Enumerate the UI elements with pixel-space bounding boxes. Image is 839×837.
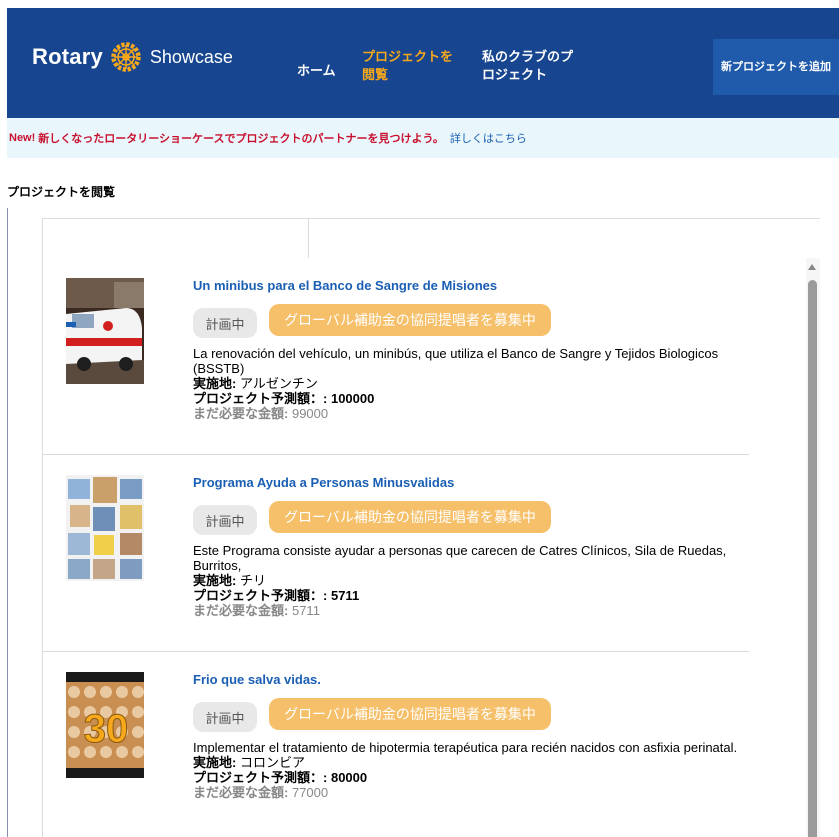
needed-label: まだ必要な金額: [193, 603, 289, 618]
location-label: 実施地: [193, 573, 237, 588]
site-logo[interactable]: Rotary Showcase [32, 39, 233, 75]
project-description: Este Programa consiste ayudar a personas… [193, 543, 727, 573]
project-location: 実施地: コロンビア [193, 755, 748, 770]
scrollbar-thumb[interactable] [808, 280, 817, 837]
needed-value: 5711 [291, 603, 320, 618]
project-thumbnail[interactable] [66, 278, 144, 384]
project-list-panel: Un minibus para el Banco de Sangre de Mi… [42, 218, 820, 837]
needed-value: 77000 [291, 785, 329, 800]
project-budget: プロジェクト予測額：: 80000 [193, 770, 748, 785]
announcement-details-link[interactable]: 詳しくはこちら [450, 130, 527, 146]
nav-browse-projects[interactable]: プロジェクトを閲覧 [362, 48, 462, 84]
page-left-rule [7, 208, 8, 837]
project-description: La renovación del vehículo, un minibús, … [193, 346, 719, 376]
thumbnail-number: 30 [84, 707, 129, 751]
scroll-up-arrow-icon[interactable] [808, 264, 816, 270]
project-details: Implementar el tratamiento de hipotermia… [193, 740, 748, 800]
project-title-link[interactable]: Un minibus para el Banco de Sangre de Mi… [193, 278, 497, 293]
project-card: 30 Frio que salva vidas. 計画中 グローバル補助金の協同… [43, 652, 749, 837]
status-badge: 計画中 [193, 702, 257, 732]
budget-label: プロジェクト予測額：: [193, 770, 328, 785]
project-details: La renovación del vehículo, un minibús, … [193, 346, 748, 421]
list-scrollbar[interactable] [806, 258, 819, 837]
project-location: 実施地: アルゼンチン [193, 376, 748, 391]
budget-value: 100000 [330, 391, 375, 406]
logo-showcase-text: Showcase [149, 46, 233, 67]
project-card: Un minibus para el Banco de Sangre de Mi… [43, 258, 749, 455]
budget-value: 5711 [330, 588, 360, 603]
location-value: コロンビア [239, 755, 305, 770]
needed-label: まだ必要な金額: [193, 406, 289, 421]
project-needed: まだ必要な金額: 77000 [193, 785, 748, 800]
announcement-message: 新しくなったロータリーショーケースでプロジェクトのパートナーを見つけよう。 [38, 133, 444, 145]
project-needed: まだ必要な金額: 99000 [193, 406, 748, 421]
announcement-bar: New! 新しくなったロータリーショーケースでプロジェクトのパートナーを見つけよ… [7, 118, 839, 158]
project-thumbnail[interactable] [66, 475, 144, 581]
budget-value: 80000 [330, 770, 368, 785]
budget-label: プロジェクト予測額：: [193, 391, 328, 406]
project-needed: まだ必要な金額: 5711 [193, 603, 748, 618]
budget-label: プロジェクト予測額：: [193, 588, 328, 603]
project-title-link[interactable]: Programa Ayuda a Personas Minusvalidas [193, 475, 454, 490]
project-description: Implementar el tratamiento de hipotermia… [193, 740, 738, 755]
list-filter-bar [43, 218, 820, 259]
location-label: 実施地: [193, 755, 237, 770]
grant-badge: グローバル補助金の協同提唱者を募集中 [269, 304, 551, 336]
site-header: Rotary Showcase ホーム プロジェクトを閲覧 私のクラブのプロジェ… [7, 8, 839, 118]
project-details: Este Programa consiste ayudar a personas… [193, 543, 748, 618]
project-budget: プロジェクト予測額：: 5711 [193, 588, 748, 603]
status-badge: 計画中 [193, 505, 257, 535]
project-list[interactable]: Un minibus para el Banco de Sangre de Mi… [43, 258, 806, 837]
project-title-link[interactable]: Frio que salva vidas. [193, 672, 321, 687]
filter-divider [308, 219, 309, 259]
location-value: チリ [239, 573, 266, 588]
nav-my-club-projects[interactable]: 私のクラブのプロジェクト [482, 48, 582, 84]
announcement-new-tag: New! [9, 132, 36, 144]
project-budget: プロジェクト予測額：: 100000 [193, 391, 748, 406]
needed-label: まだ必要な金額: [193, 785, 289, 800]
logo-rotary-text: Rotary [32, 44, 103, 69]
status-badge: 計画中 [193, 308, 257, 338]
project-thumbnail[interactable]: 30 [66, 672, 144, 778]
grant-badge: グローバル補助金の協同提唱者を募集中 [269, 698, 551, 730]
location-label: 実施地: [193, 376, 237, 391]
page-title: プロジェクトを閲覧 [7, 185, 116, 199]
grant-badge: グローバル補助金の協同提唱者を募集中 [269, 501, 551, 533]
needed-value: 99000 [291, 406, 329, 421]
add-project-button[interactable]: 新プロジェクトを追加 [713, 39, 839, 95]
rotary-wheel-icon [111, 42, 141, 72]
project-card: Programa Ayuda a Personas Minusvalidas 計… [43, 455, 749, 652]
location-value: アルゼンチン [239, 376, 318, 391]
project-location: 実施地: チリ [193, 573, 748, 588]
nav-home[interactable]: ホーム [297, 60, 336, 79]
